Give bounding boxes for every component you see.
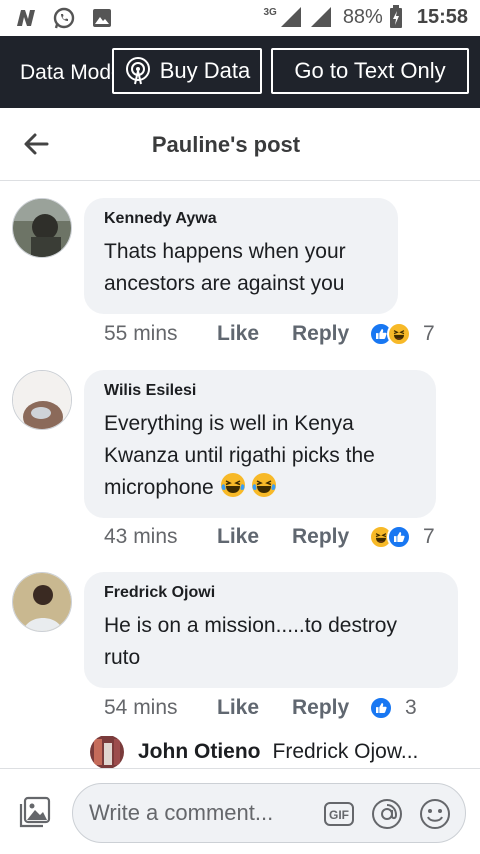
whatsapp-icon [53, 7, 75, 29]
avatar[interactable] [12, 198, 72, 258]
text-only-button[interactable]: Go to Text Only [271, 48, 469, 94]
reaction-summary[interactable]: 3 [369, 696, 417, 720]
n-notification-icon [17, 10, 35, 26]
reply-preview[interactable]: John Otieno Fredrick Ojow... [90, 736, 480, 768]
comment-bubble: Fredrick Ojowi He is on a mission.....to… [84, 572, 458, 688]
reply-text: Fredrick Ojow... [272, 740, 419, 763]
reaction-summary[interactable]: 7 [369, 322, 435, 346]
comment-text: He is on a mission.....to destroy ruto [104, 614, 397, 669]
post-header: Pauline's post [0, 108, 480, 181]
avatar [90, 736, 124, 768]
haha-reaction-icon [387, 322, 411, 346]
buy-data-label: Buy Data [159, 58, 251, 83]
reaction-count: 7 [423, 525, 435, 548]
comment-author[interactable]: Wilis Esilesi [104, 382, 416, 400]
page-title: Pauline's post [151, 132, 301, 157]
battery-charging-icon [389, 5, 402, 28]
like-button[interactable]: Like [217, 696, 292, 720]
photo-icon[interactable] [18, 795, 52, 829]
like-button[interactable]: Like [217, 525, 292, 549]
broadcast-icon [125, 57, 150, 85]
like-button[interactable]: Like [217, 322, 292, 346]
like-reaction-icon [369, 696, 393, 720]
tears-of-joy-emoji-icon [252, 473, 277, 497]
signal-icon [280, 7, 301, 27]
reply-button[interactable]: Reply [292, 525, 369, 549]
avatar[interactable] [12, 370, 72, 430]
reaction-count: 3 [405, 696, 417, 719]
data-mode-bar: Data Mode Buy Data Go to Text Only [0, 36, 480, 108]
comment-meta: 43 mins Like Reply 7 [104, 525, 435, 549]
reply-button[interactable]: Reply [292, 696, 369, 720]
tears-of-joy-emoji-icon [220, 473, 245, 497]
avatar[interactable] [12, 572, 72, 632]
comment-bubble: Wilis Esilesi Everything is well in Keny… [84, 370, 436, 518]
gif-label: GIF [329, 808, 349, 822]
reaction-summary[interactable]: 7 [369, 525, 435, 549]
comment-input[interactable] [89, 784, 311, 842]
comment-text: Thats happens when your ancestors are ag… [104, 240, 346, 295]
battery-percent: 88% [342, 5, 383, 28]
comment-input-container: GIF [72, 783, 466, 843]
signal-icon-2 [310, 7, 331, 27]
comment-author[interactable]: Kennedy Aywa [104, 210, 378, 228]
status-bar: 3G 88% 15:58 [0, 0, 480, 36]
comment-text: Everything is well in Kenya Kwanza until… [104, 408, 416, 504]
comment-bubble: Kennedy Aywa Thats happens when your anc… [84, 198, 398, 314]
reply-author: John Otieno [138, 740, 261, 763]
comment-author[interactable]: Fredrick Ojowi [104, 584, 438, 602]
data-mode-label: Data Mode [20, 61, 120, 84]
text-only-label: Go to Text Only [294, 58, 446, 83]
buy-data-button[interactable]: Buy Data [112, 48, 262, 94]
comment-time: 54 mins [104, 696, 178, 719]
reply-button[interactable]: Reply [292, 322, 369, 346]
comment-time: 43 mins [104, 525, 178, 548]
comment-time: 55 mins [104, 322, 178, 345]
reaction-count: 7 [423, 322, 435, 345]
comment-meta: 54 mins Like Reply 3 [104, 696, 417, 720]
comment-composer: GIF [0, 768, 480, 854]
mention-icon[interactable] [371, 798, 403, 830]
gallery-icon [93, 9, 111, 27]
comment-meta: 55 mins Like Reply 7 [104, 322, 435, 346]
clock: 15:58 [416, 5, 468, 28]
like-reaction-icon [387, 525, 411, 549]
emoji-picker-icon[interactable] [419, 798, 451, 830]
network-type: 3G [263, 7, 277, 18]
gif-icon[interactable]: GIF [323, 798, 355, 830]
